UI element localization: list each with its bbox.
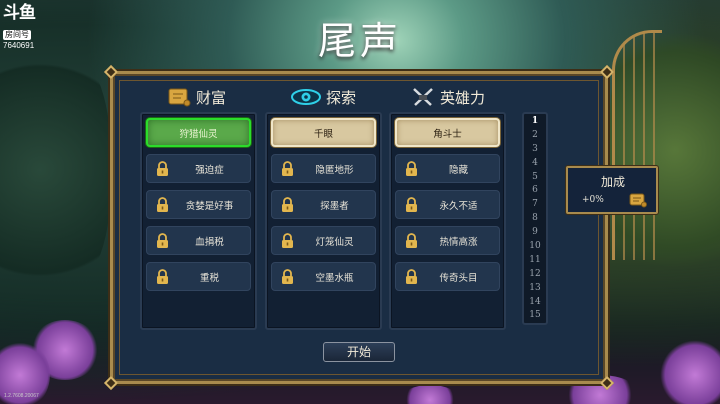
bonus-panel: 加成 +0% (566, 166, 658, 214)
level-option[interactable]: 2 (532, 129, 538, 143)
column-header-label: 英雄力 (440, 88, 486, 107)
level-option[interactable]: 6 (532, 184, 538, 198)
lock-icon (405, 197, 418, 213)
option-card-locked[interactable]: 传奇头目 (395, 262, 500, 291)
level-option[interactable]: 8 (532, 212, 538, 226)
level-option[interactable]: 15 (529, 309, 540, 323)
option-label: 隐藏 (448, 164, 468, 176)
option-card-locked[interactable]: 永久不适 (395, 190, 500, 219)
scroll-icon (628, 192, 648, 208)
option-label: 探墨者 (320, 200, 349, 212)
page-title: 尾声 (317, 19, 402, 63)
level-option[interactable]: 14 (529, 296, 540, 310)
lock-icon (156, 197, 169, 213)
option-label: 隐匿地形 (315, 164, 354, 176)
lock-icon (405, 161, 418, 177)
option-card-locked[interactable]: 热情高涨 (395, 226, 500, 255)
option-label: 强迫症 (195, 164, 224, 176)
background-tree-left (0, 40, 110, 300)
lock-icon (405, 269, 418, 285)
lock-icon (156, 161, 169, 177)
crossed-swords-icon (410, 86, 436, 108)
option-card-locked[interactable]: 探墨者 (271, 190, 376, 219)
level-option[interactable]: 1 (532, 115, 538, 129)
background-flower (400, 385, 460, 404)
option-card-locked[interactable]: 隐藏 (395, 154, 500, 183)
frame-corner (103, 64, 119, 80)
option-card-selected[interactable]: 千眼 (271, 118, 376, 147)
option-label: 传奇头目 (439, 272, 478, 284)
option-card-selected[interactable]: 狩猎仙灵 (146, 118, 251, 147)
option-card-selected[interactable]: 角斗士 (395, 118, 500, 147)
option-label: 贪婪是好事 (185, 200, 234, 212)
lock-icon (156, 233, 169, 249)
lock-icon (156, 269, 169, 285)
column-header-wealth: 财富 (166, 85, 226, 109)
column-header-label: 探索 (326, 88, 357, 107)
option-card-locked[interactable]: 隐匿地形 (271, 154, 376, 183)
level-option[interactable]: 4 (532, 157, 538, 171)
option-label: 血捐税 (195, 236, 224, 248)
option-label: 狩猎仙灵 (179, 128, 218, 140)
start-button[interactable]: 开始 (323, 342, 395, 362)
level-option[interactable]: 11 (529, 254, 540, 268)
bonus-title: 加成 (600, 175, 625, 189)
level-option[interactable]: 12 (529, 268, 540, 282)
option-card-locked[interactable]: 强迫症 (146, 154, 251, 183)
lock-icon (281, 233, 294, 249)
bonus-value: +0% (582, 195, 604, 205)
option-card-locked[interactable]: 血捐税 (146, 226, 251, 255)
frame-corner (103, 375, 119, 391)
option-card-locked[interactable]: 灯笼仙灵 (271, 226, 376, 255)
option-label: 热情高涨 (439, 236, 478, 248)
wealth-column: 狩猎仙灵 强迫症 贪婪是好事 血捐税 重税 (140, 112, 257, 330)
hero-power-column: 角斗士 隐藏 永久不适 热情高涨 传奇头目 (389, 112, 506, 330)
option-label: 千眼 (313, 128, 333, 140)
level-option[interactable]: 3 (532, 143, 538, 157)
lock-icon (281, 197, 294, 213)
level-option[interactable]: 5 (532, 171, 538, 185)
level-option[interactable]: 13 (529, 282, 540, 296)
option-card-locked[interactable]: 重税 (146, 262, 251, 291)
version-label: 1.2.7608.20067 (4, 393, 39, 399)
column-header-hero-power: 英雄力 (410, 85, 485, 109)
option-label: 永久不适 (439, 200, 478, 212)
background-flower (660, 340, 720, 404)
option-label: 重税 (199, 272, 219, 284)
explore-column: 千眼 隐匿地形 探墨者 灯笼仙灵 空墨水瓶 (265, 112, 382, 330)
level-option[interactable]: 9 (532, 226, 538, 240)
level-option[interactable]: 10 (529, 240, 540, 254)
option-label: 角斗士 (433, 128, 462, 140)
lock-icon (281, 269, 294, 285)
column-header-explore: 探索 (290, 85, 356, 109)
lock-icon (405, 233, 418, 249)
eye-icon (290, 86, 322, 108)
option-card-locked[interactable]: 贪婪是好事 (146, 190, 251, 219)
option-label: 灯笼仙灵 (315, 236, 354, 248)
option-card-locked[interactable]: 空墨水瓶 (271, 262, 376, 291)
option-label: 空墨水瓶 (315, 272, 354, 284)
level-selector: 1 2 3 4 5 6 7 8 9 10 11 12 13 14 15 (522, 112, 548, 325)
column-header-label: 财富 (196, 88, 227, 107)
scroll-icon (166, 86, 192, 108)
lock-icon (281, 161, 294, 177)
level-option[interactable]: 7 (532, 198, 538, 212)
